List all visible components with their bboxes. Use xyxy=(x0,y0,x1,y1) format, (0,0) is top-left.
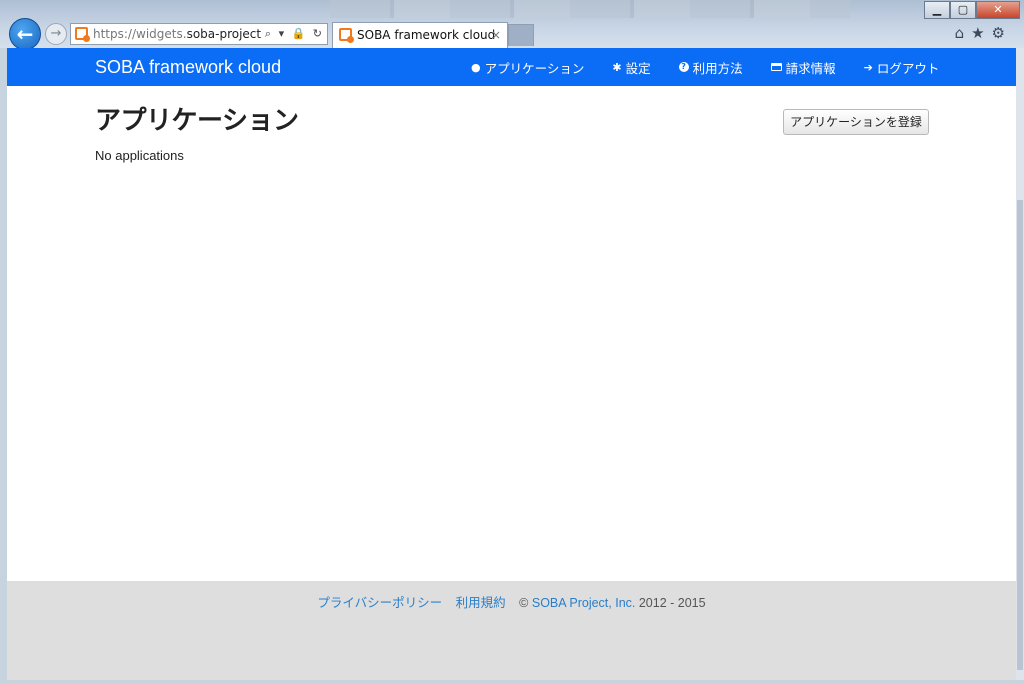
brand-link[interactable]: SOBA framework cloud xyxy=(95,48,281,86)
nav-item-applications[interactable]: ● アプリケーション xyxy=(457,48,598,86)
nav-menu: ● アプリケーション ✱ 設定 ? 利用方法 請求情報 ➔ ログアウト xyxy=(457,48,953,86)
privacy-policy-link[interactable]: プライバシーポリシー xyxy=(317,596,442,610)
forward-arrow-icon: → xyxy=(50,26,62,41)
tab-close-icon[interactable]: × xyxy=(491,23,501,47)
page-viewport: SOBA framework cloud ● アプリケーション ✱ 設定 ? 利… xyxy=(7,48,1016,680)
tab-favicon-icon xyxy=(339,28,354,43)
site-favicon-icon xyxy=(75,27,90,42)
nav-item-label: 利用方法 xyxy=(692,60,743,76)
url-scheme: https://widgets. xyxy=(93,27,187,41)
nav-item-label: ログアウト xyxy=(876,60,940,76)
window-controls: ▁ ▢ ✕ xyxy=(924,1,1020,19)
copyright-symbol: © xyxy=(519,596,529,610)
arrow-right-icon: ➔ xyxy=(863,60,873,74)
nav-item-billing[interactable]: 請求情報 xyxy=(757,48,850,86)
scrollbar-thumb[interactable] xyxy=(1017,200,1023,670)
home-favorites-tools-icons[interactable]: ⌂★⚙ xyxy=(955,24,1012,42)
browser-chrome: ← → https://widgets.soba-project.c... ⌕ … xyxy=(0,0,1024,50)
new-tab-button[interactable] xyxy=(508,24,534,46)
page-footer: プライバシーポリシー 利用規約 © SOBA Project, Inc. 201… xyxy=(7,581,1016,680)
back-arrow-icon: ← xyxy=(16,22,34,46)
gear-icon: ✱ xyxy=(612,60,622,74)
top-navbar: SOBA framework cloud ● アプリケーション ✱ 設定 ? 利… xyxy=(7,48,1016,86)
nav-item-label: アプリケーション xyxy=(484,60,585,76)
nav-item-settings[interactable]: ✱ 設定 xyxy=(598,48,664,86)
address-bar[interactable]: https://widgets.soba-project.c... ⌕ ▾ 🔒 … xyxy=(70,23,328,45)
nav-item-logout[interactable]: ➔ ログアウト xyxy=(850,48,954,86)
globe-icon: ● xyxy=(471,60,481,74)
back-button[interactable]: ← xyxy=(9,18,41,50)
nav-item-usage[interactable]: ? 利用方法 xyxy=(665,48,757,86)
credit-card-icon xyxy=(770,63,782,71)
help-icon: ? xyxy=(678,62,689,72)
minimize-button[interactable]: ▁ xyxy=(924,1,950,19)
register-application-button[interactable]: アプリケーションを登録 xyxy=(783,109,929,135)
empty-state-message: No applications xyxy=(95,148,184,163)
maximize-button[interactable]: ▢ xyxy=(950,1,976,19)
terms-link[interactable]: 利用規約 xyxy=(456,596,506,610)
footer-links: プライバシーポリシー 利用規約 © SOBA Project, Inc. 201… xyxy=(7,592,1016,611)
tab-title: SOBA framework cloud xyxy=(357,28,496,42)
forward-button[interactable]: → xyxy=(45,23,67,45)
copyright-years: 2012 - 2015 xyxy=(638,596,706,610)
window-close-button[interactable]: ✕ xyxy=(976,1,1020,19)
browser-tab-active[interactable]: SOBA framework cloud × xyxy=(332,22,508,48)
background-window-strip xyxy=(330,0,850,18)
page-title: アプリケーション xyxy=(95,106,299,136)
company-link[interactable]: SOBA Project, Inc. xyxy=(532,596,636,610)
nav-item-label: 設定 xyxy=(625,60,651,76)
nav-item-label: 請求情報 xyxy=(785,60,836,76)
address-tools-icons[interactable]: ⌕ ▾ 🔒 ↻ xyxy=(260,24,324,44)
url-text: https://widgets.soba-project.c... xyxy=(93,27,283,41)
